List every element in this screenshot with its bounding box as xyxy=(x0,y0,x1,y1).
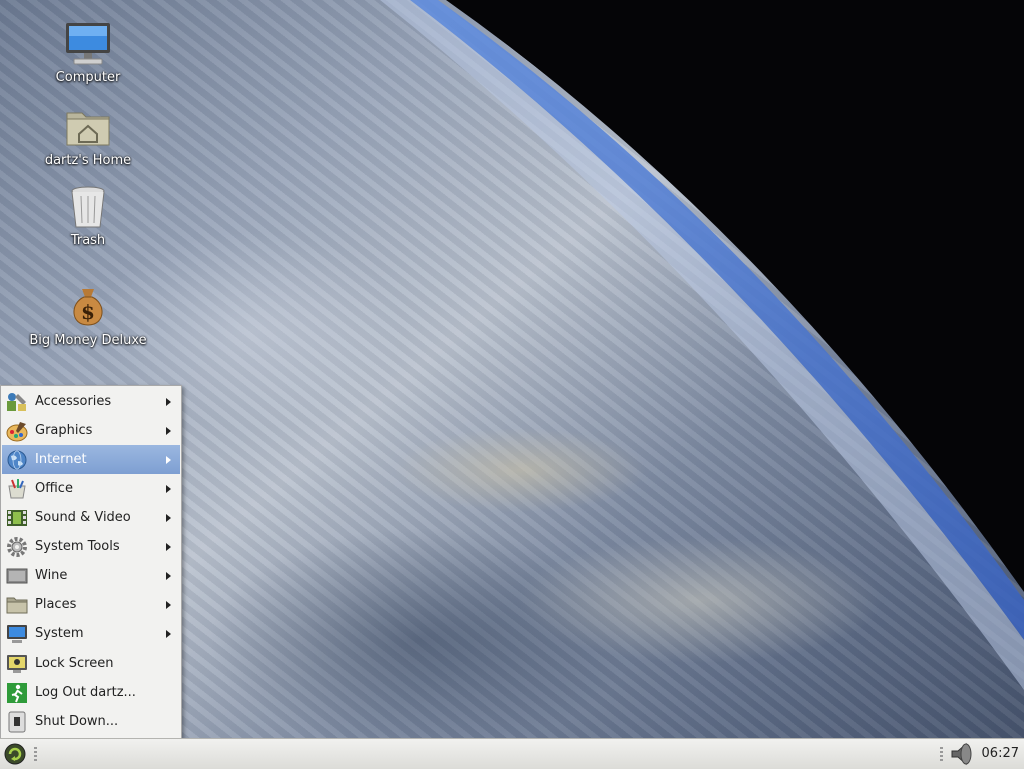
menu-item-label: Log Out dartz... xyxy=(35,685,136,700)
desktop-icon-computer[interactable]: Computer xyxy=(28,20,148,85)
desktop-icon-label: Big Money Deluxe xyxy=(29,333,147,348)
money-bag-icon: $ xyxy=(64,283,112,331)
menu-item-office[interactable]: Office xyxy=(2,474,180,503)
home-folder-icon xyxy=(64,103,112,151)
wine-icon xyxy=(6,565,28,587)
submenu-arrow-icon xyxy=(166,484,171,493)
panel-grip-handle[interactable] xyxy=(34,747,37,761)
taskbar: 06:27 xyxy=(0,738,1024,769)
system-tools-gear-icon xyxy=(6,536,28,558)
submenu-arrow-icon xyxy=(166,571,171,580)
volume-button[interactable] xyxy=(948,742,978,766)
svg-text:$: $ xyxy=(81,300,95,324)
submenu-arrow-icon xyxy=(166,629,171,638)
menu-item-label: Places xyxy=(35,597,77,612)
start-menu-icon xyxy=(4,743,26,765)
submenu-arrow-icon xyxy=(166,397,171,406)
menu-item-label: Accessories xyxy=(35,394,112,409)
desktop-icon-trash[interactable]: Trash xyxy=(28,183,148,248)
shut-down-icon xyxy=(6,711,28,733)
system-monitor-icon xyxy=(6,623,28,645)
applications-menu: Accessories Graphics Internet Office Sou… xyxy=(0,385,182,739)
accessories-icon xyxy=(6,391,28,413)
submenu-arrow-icon xyxy=(166,542,171,551)
menu-item-label: Graphics xyxy=(35,423,93,438)
menu-item-label: Office xyxy=(35,481,73,496)
desktop-icon-label: dartz's Home xyxy=(44,153,132,168)
office-icon xyxy=(6,478,28,500)
menu-item-shut-down[interactable]: Shut Down... xyxy=(2,707,180,736)
desktop-icon-big-money[interactable]: $ Big Money Deluxe xyxy=(28,283,148,348)
menu-item-accessories[interactable]: Accessories xyxy=(2,387,180,416)
menu-item-sound-video[interactable]: Sound & Video xyxy=(2,503,180,532)
menu-item-system-tools[interactable]: System Tools xyxy=(2,532,180,561)
submenu-arrow-icon xyxy=(166,513,171,522)
menu-item-label: System Tools xyxy=(35,539,120,554)
submenu-arrow-icon xyxy=(166,426,171,435)
menu-item-label: Sound & Video xyxy=(35,510,131,525)
start-menu-button[interactable] xyxy=(3,742,27,766)
computer-icon xyxy=(64,20,112,68)
menu-item-label: Lock Screen xyxy=(35,656,114,671)
submenu-arrow-icon xyxy=(166,455,171,464)
submenu-arrow-icon xyxy=(166,600,171,609)
desktop-icon-label: Computer xyxy=(55,70,121,85)
lock-screen-icon xyxy=(6,653,28,675)
volume-speaker-icon xyxy=(951,742,972,766)
log-out-icon xyxy=(6,682,28,704)
panel-grip-handle[interactable] xyxy=(940,747,943,761)
menu-item-graphics[interactable]: Graphics xyxy=(2,416,180,445)
trash-icon xyxy=(64,183,112,231)
desktop-icon-label: Trash xyxy=(70,233,106,248)
menu-item-label: System xyxy=(35,626,84,641)
menu-item-label: Wine xyxy=(35,568,68,583)
menu-item-system[interactable]: System xyxy=(2,619,180,648)
menu-item-places[interactable]: Places xyxy=(2,590,180,619)
menu-item-wine[interactable]: Wine xyxy=(2,561,180,590)
menu-item-internet[interactable]: Internet xyxy=(2,445,180,474)
menu-item-label: Shut Down... xyxy=(35,714,119,729)
clock[interactable]: 06:27 xyxy=(982,746,1019,761)
menu-item-lock-screen[interactable]: Lock Screen xyxy=(2,649,180,678)
places-folder-icon xyxy=(6,594,28,616)
graphics-icon xyxy=(6,420,28,442)
internet-globe-icon xyxy=(6,449,28,471)
menu-item-label: Internet xyxy=(35,452,87,467)
menu-item-log-out[interactable]: Log Out dartz... xyxy=(2,678,180,707)
sound-video-icon xyxy=(6,507,28,529)
desktop-icon-home[interactable]: dartz's Home xyxy=(28,103,148,168)
